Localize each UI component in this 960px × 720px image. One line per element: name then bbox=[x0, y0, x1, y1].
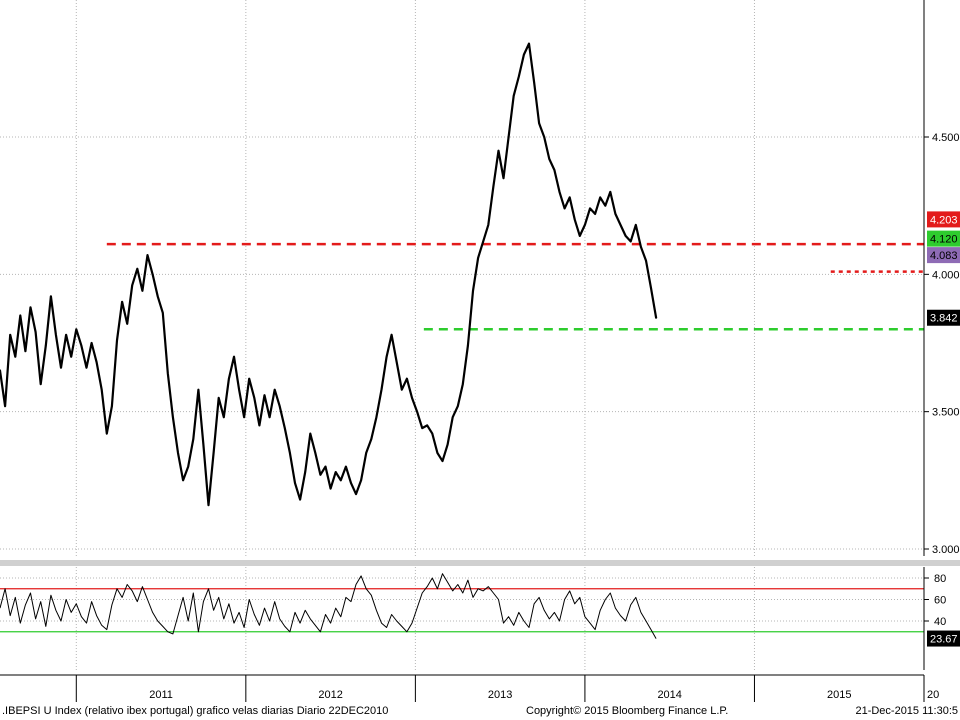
footer: .IBEPSI U Index (relativo ibex portugal)… bbox=[2, 705, 958, 717]
rsi-y-tick-label: 80 bbox=[934, 573, 946, 585]
footer-timestamp: 21-Dec-2015 11:30:5 bbox=[855, 705, 958, 717]
rsi-y-tick-label: 40 bbox=[934, 616, 946, 628]
rsi-plot-area bbox=[0, 567, 924, 670]
main-value-tag-label: 4.120 bbox=[930, 234, 958, 246]
x-axis-year-label: 2011 bbox=[149, 689, 173, 701]
main-y-tick-labels: 3.0000 3.5000 4.0000 4.5000 bbox=[924, 132, 960, 556]
x-axis-year-label: 2012 bbox=[318, 689, 342, 701]
x-axis-year-label: 20 bbox=[927, 689, 939, 701]
main-y-tick-label: 4.0000 bbox=[932, 269, 960, 281]
main-value-tag-label: 4.203 bbox=[930, 214, 958, 226]
main-price-panel: 3.0000 3.5000 4.0000 4.5000 4.203 4.120 4.083… bbox=[0, 0, 960, 556]
chart-canvas: 3.0000 3.5000 4.0000 4.5000 4.203 4.120 4.083… bbox=[0, 0, 960, 717]
rsi-value-tags: 23.67 bbox=[927, 630, 960, 647]
footer-left-text: .IBEPSI U Index (relativo ibex portugal)… bbox=[2, 705, 388, 717]
x-axis-year-labels: 2011 2012 2013 2014 2015 20 bbox=[75, 675, 939, 702]
main-y-tick-label: 3.5000 bbox=[932, 407, 960, 419]
rsi-value-tag-label: 23.67 bbox=[930, 634, 958, 646]
x-axis-year-label: 2013 bbox=[488, 689, 512, 701]
rsi-y-tick-label: 60 bbox=[934, 595, 946, 607]
main-y-tick-label: 3.0000 bbox=[932, 544, 960, 556]
x-axis-year-label: 2015 bbox=[827, 689, 851, 701]
x-axis: 2011 2012 2013 2014 2015 20 bbox=[0, 674, 939, 702]
main-value-tag-label: 3.842 bbox=[930, 313, 958, 325]
x-axis-year-label: 2014 bbox=[657, 689, 681, 701]
footer-copyright: Copyright© 2015 Bloomberg Finance L.P. bbox=[526, 705, 728, 717]
main-value-tag-label: 4.083 bbox=[930, 250, 958, 262]
main-y-tick-label: 4.5000 bbox=[932, 132, 960, 144]
rsi-y-tick-labels: 80 60 40 bbox=[924, 573, 946, 628]
rsi-panel: 80 60 40 23.67 bbox=[0, 567, 960, 670]
